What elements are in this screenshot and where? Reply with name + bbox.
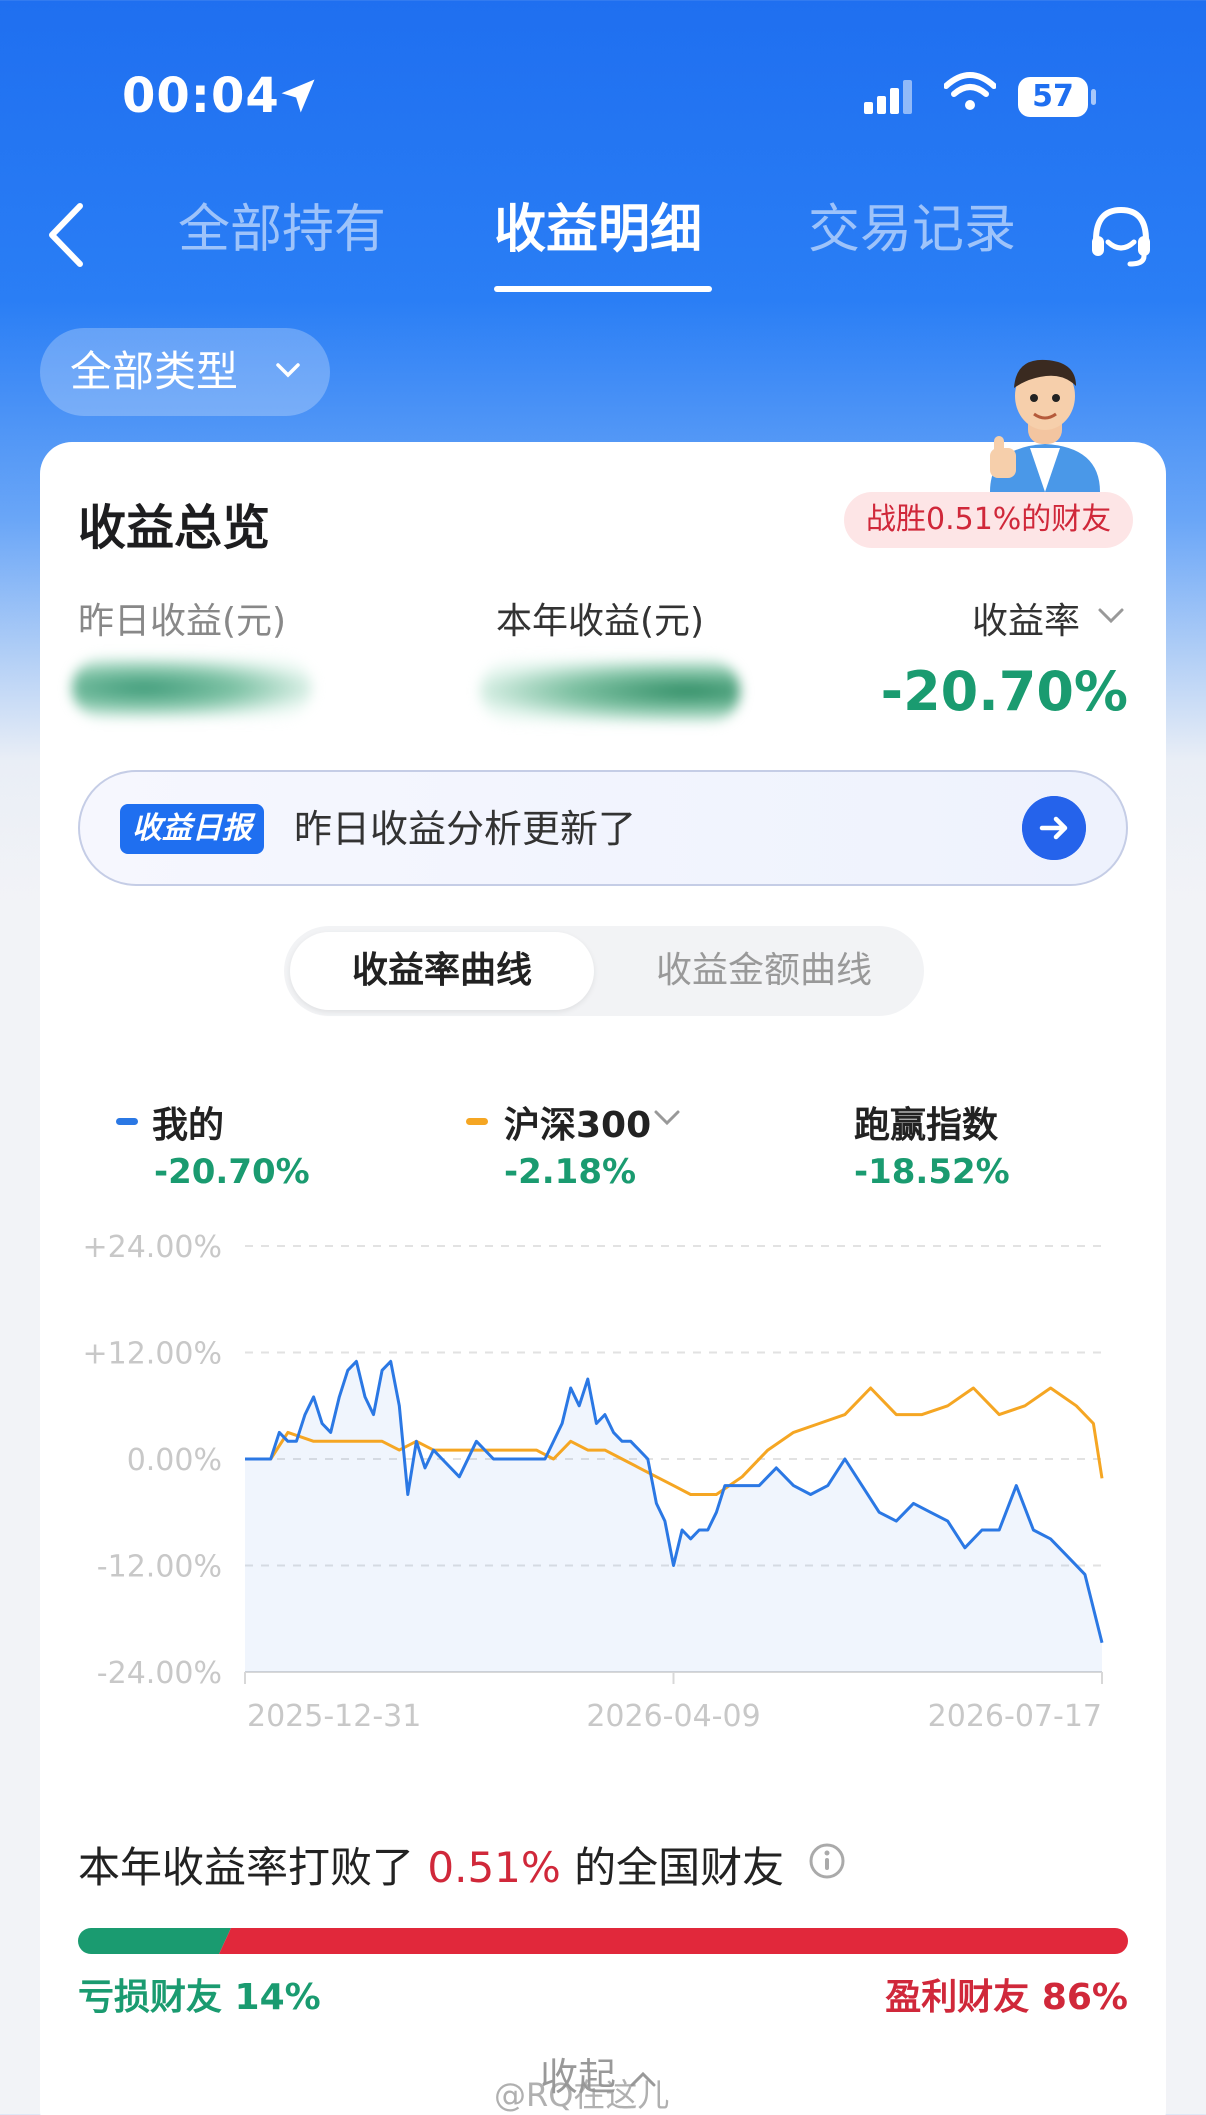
y-tick-label: 0.00% [127, 1443, 222, 1478]
y-tick-label: +12.00% [82, 1337, 222, 1372]
info-icon[interactable] [808, 1842, 846, 1880]
y-tick-label: +24.00% [82, 1230, 222, 1265]
profit-distribution-bar [78, 1928, 1128, 1954]
profit-friends-label: 盈利财友 86% [885, 1977, 1128, 2018]
y-tick-label: -24.00% [97, 1656, 222, 1691]
x-tick-label: 2025-12-31 [247, 1699, 421, 1734]
beat-rank-percent: 0.51% [427, 1843, 561, 1892]
watermark-text: @RQ在这儿 [494, 2076, 670, 2114]
y-tick-label: -12.00% [97, 1550, 222, 1585]
loss-share-bar [78, 1928, 231, 1954]
loss-friends-label: 亏损财友 14% [78, 1977, 321, 2018]
x-tick-label: 2026-04-09 [586, 1699, 760, 1734]
beat-rank-suffix: 的全国财友 [574, 1843, 785, 1892]
beat-rank-prefix: 本年收益率打败了 [78, 1843, 415, 1892]
profit-rate-line-chart: +24.00% +12.00% 0.00% -12.00% -24.00% 2025-12… [82, 1230, 1104, 1734]
x-tick-label: 2026-07-17 [928, 1699, 1102, 1734]
beat-rank-sentence: 本年收益率打败了 0.51% 的全国财友 [78, 1834, 784, 1895]
profit-share-bar [219, 1928, 1128, 1954]
